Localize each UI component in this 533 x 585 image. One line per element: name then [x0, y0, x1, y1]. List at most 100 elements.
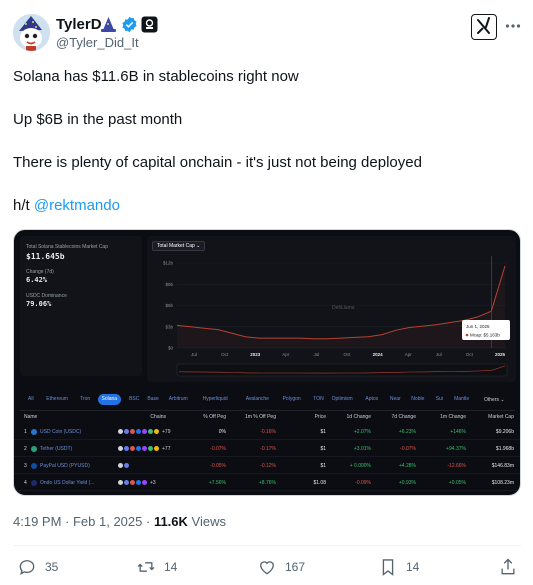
bookmark-icon — [382, 559, 394, 576]
change-label: Change (7d) — [26, 269, 54, 275]
affiliate-badge-icon[interactable] — [141, 16, 158, 33]
chain-count: +77 — [162, 446, 171, 452]
chain-tab-ethereum[interactable]: Ethereum — [42, 394, 72, 405]
column-header[interactable]: Price — [315, 414, 326, 420]
y-tick-label: $3b — [165, 324, 173, 329]
column-header[interactable]: 1m % Off Peg — [245, 414, 276, 420]
meta-separator: · — [142, 514, 154, 529]
change-1d: +3.01% — [353, 446, 371, 452]
defillama-watermark: DefiLlama — [332, 305, 355, 311]
dominance-value: 79.06% — [26, 300, 52, 308]
x-tick-label: Apr — [405, 352, 413, 357]
chain-tab-sui[interactable]: Sui — [432, 394, 447, 405]
x-tick-label: Oct — [221, 352, 229, 357]
coin-name-link[interactable]: PayPal USD (PYUSD) — [40, 463, 90, 469]
more-options-icon[interactable] — [505, 18, 521, 34]
table-header: Name Chains % Off Peg 1m % Off Peg Price 1d C… — [14, 414, 520, 424]
bookmark-count: 14 — [406, 560, 420, 574]
change-7d: +0.93% — [398, 480, 416, 486]
market-cap: $1.968b — [495, 446, 514, 452]
coin-name-link[interactable]: USD Coin (USDC) — [40, 429, 81, 435]
chain-tab-solana[interactable]: Solana — [97, 394, 122, 405]
chain-tab-all[interactable]: All — [24, 394, 38, 405]
x-tick-label: 2023 — [250, 352, 261, 357]
off-peg-1m: -0.17% — [260, 446, 276, 452]
off-peg: +7.56% — [208, 480, 226, 486]
x-tick-label: Apr — [282, 352, 290, 357]
chain-tab-near[interactable]: Near — [386, 394, 405, 405]
table-row[interactable]: 4 Ondo US Dollar Yield (... +3 +7.56% +8.76%… — [14, 477, 520, 491]
column-header[interactable]: % Off Peg — [203, 414, 226, 420]
y-tick-label: $9b — [165, 282, 173, 287]
column-header[interactable]: 1m Change — [440, 414, 466, 420]
repost-count: 14 — [164, 560, 178, 574]
off-peg-1m: -0.16% — [260, 429, 276, 435]
range-brush[interactable] — [176, 363, 508, 377]
chain-tab-optimism[interactable]: Optimism — [328, 394, 357, 405]
tooltip-date: Jun 1, 2025 — [466, 324, 490, 329]
wizard-emoji-icon — [100, 16, 117, 33]
reply-count: 35 — [45, 560, 59, 574]
column-header[interactable]: Chains — [150, 414, 166, 420]
bookmark-button[interactable]: 14 — [378, 556, 419, 578]
row-rank: 4 — [24, 480, 27, 486]
x-tick-label: Jul — [436, 352, 442, 357]
column-header[interactable]: Market Cap — [488, 414, 514, 420]
like-button[interactable]: 167 — [257, 556, 305, 578]
others-dropdown[interactable]: Others ⌄ — [484, 397, 505, 403]
author-avatar[interactable] — [13, 14, 50, 51]
column-header[interactable]: 7d Change — [392, 414, 416, 420]
table-row[interactable]: 1 USD Coin (USDC) +79 0% -0.16% $1 +2.07% +6.23… — [14, 426, 520, 440]
chart-tooltip: Jun 1, 2025 Mcap: $5.163b — [462, 320, 510, 340]
change-value: 6.42% — [26, 276, 48, 284]
row-rank: 2 — [24, 446, 27, 452]
tweet-time[interactable]: 4:19 PM — [13, 514, 61, 529]
tweet-meta: 4:19 PM · Feb 1, 2025 · 11.6K Views — [13, 514, 226, 529]
tooltip-value: Mcap: $5.163b — [470, 333, 500, 338]
coin-name-link[interactable]: Ondo US Dollar Yield (... — [40, 480, 94, 486]
table-row[interactable]: 2 Tether (USDT) +77 -0.07% -0.17% $1 +3.01% -0.… — [14, 443, 520, 457]
market-cap-chart: $0 $3b $6b $9b $12b Jul Oct 2023 Apr Jul Oct 2024 A… — [163, 256, 510, 377]
reply-button[interactable]: 35 — [17, 556, 58, 578]
meta-separator: · — [61, 514, 73, 529]
author-name[interactable]: TylerD — [56, 16, 102, 33]
mention-link[interactable]: @rektmando — [34, 197, 120, 214]
chain-tab-base[interactable]: Base — [143, 394, 162, 405]
price: $1 — [320, 446, 326, 452]
tweet-media-image[interactable]: Total Solana Stablecoins Market Cap $11.… — [13, 229, 521, 496]
price: $1 — [320, 429, 326, 435]
coin-name-link[interactable]: Tether (USDT) — [40, 446, 72, 452]
views-label: Views — [187, 514, 226, 529]
chain-tab-ton[interactable]: TON — [309, 394, 327, 405]
chain-count: +3 — [150, 480, 156, 486]
column-header[interactable]: Name — [24, 414, 37, 420]
others-label: Others — [484, 397, 500, 403]
chain-tab-noble[interactable]: Noble — [407, 394, 428, 405]
tweet-line-1: Solana has $11.6B in stablecoins right n… — [13, 68, 299, 85]
x-tick-label: Oct — [343, 352, 351, 357]
market-cap: $9.206b — [495, 429, 514, 435]
table-row[interactable]: 3 PayPal USD (PYUSD) -0.05% -0.12% $1 + 0.000… — [14, 460, 520, 474]
chain-tab-arbitrum[interactable]: Arbitrum — [165, 394, 192, 405]
chain-tab-tron[interactable]: Tron — [76, 394, 94, 405]
chain-tab-bsc[interactable]: BSC — [125, 394, 143, 405]
share-button[interactable] — [498, 556, 526, 578]
author-handle[interactable]: @Tyler_Did_It — [56, 35, 139, 50]
chain-icons — [118, 429, 159, 434]
off-peg-1m: -0.12% — [260, 463, 276, 469]
tweet-line-4: h/t @rektmando — [13, 197, 120, 214]
chain-tab-polygon[interactable]: Polygon — [279, 394, 305, 405]
dominance-label: USDC Dominance — [26, 293, 67, 299]
repost-button[interactable]: 14 — [136, 556, 177, 578]
chain-tab-avalanche[interactable]: Avalanche — [242, 394, 273, 405]
chain-tab-hyperliquid[interactable]: Hyperliquid — [199, 394, 232, 405]
y-tick-label: $12b — [163, 261, 174, 266]
change-7d: -0.07% — [400, 446, 416, 452]
tweet-date[interactable]: Feb 1, 2025 — [73, 514, 142, 529]
chain-tab-mantle[interactable]: Mantle — [450, 394, 473, 405]
grok-icon[interactable] — [471, 14, 497, 40]
column-header[interactable]: 1d Change — [347, 414, 371, 420]
chain-tab-aptos[interactable]: Aptos — [361, 394, 382, 405]
x-tick-label: 2024 — [373, 352, 384, 357]
market-cap: $108.23m — [491, 480, 514, 486]
